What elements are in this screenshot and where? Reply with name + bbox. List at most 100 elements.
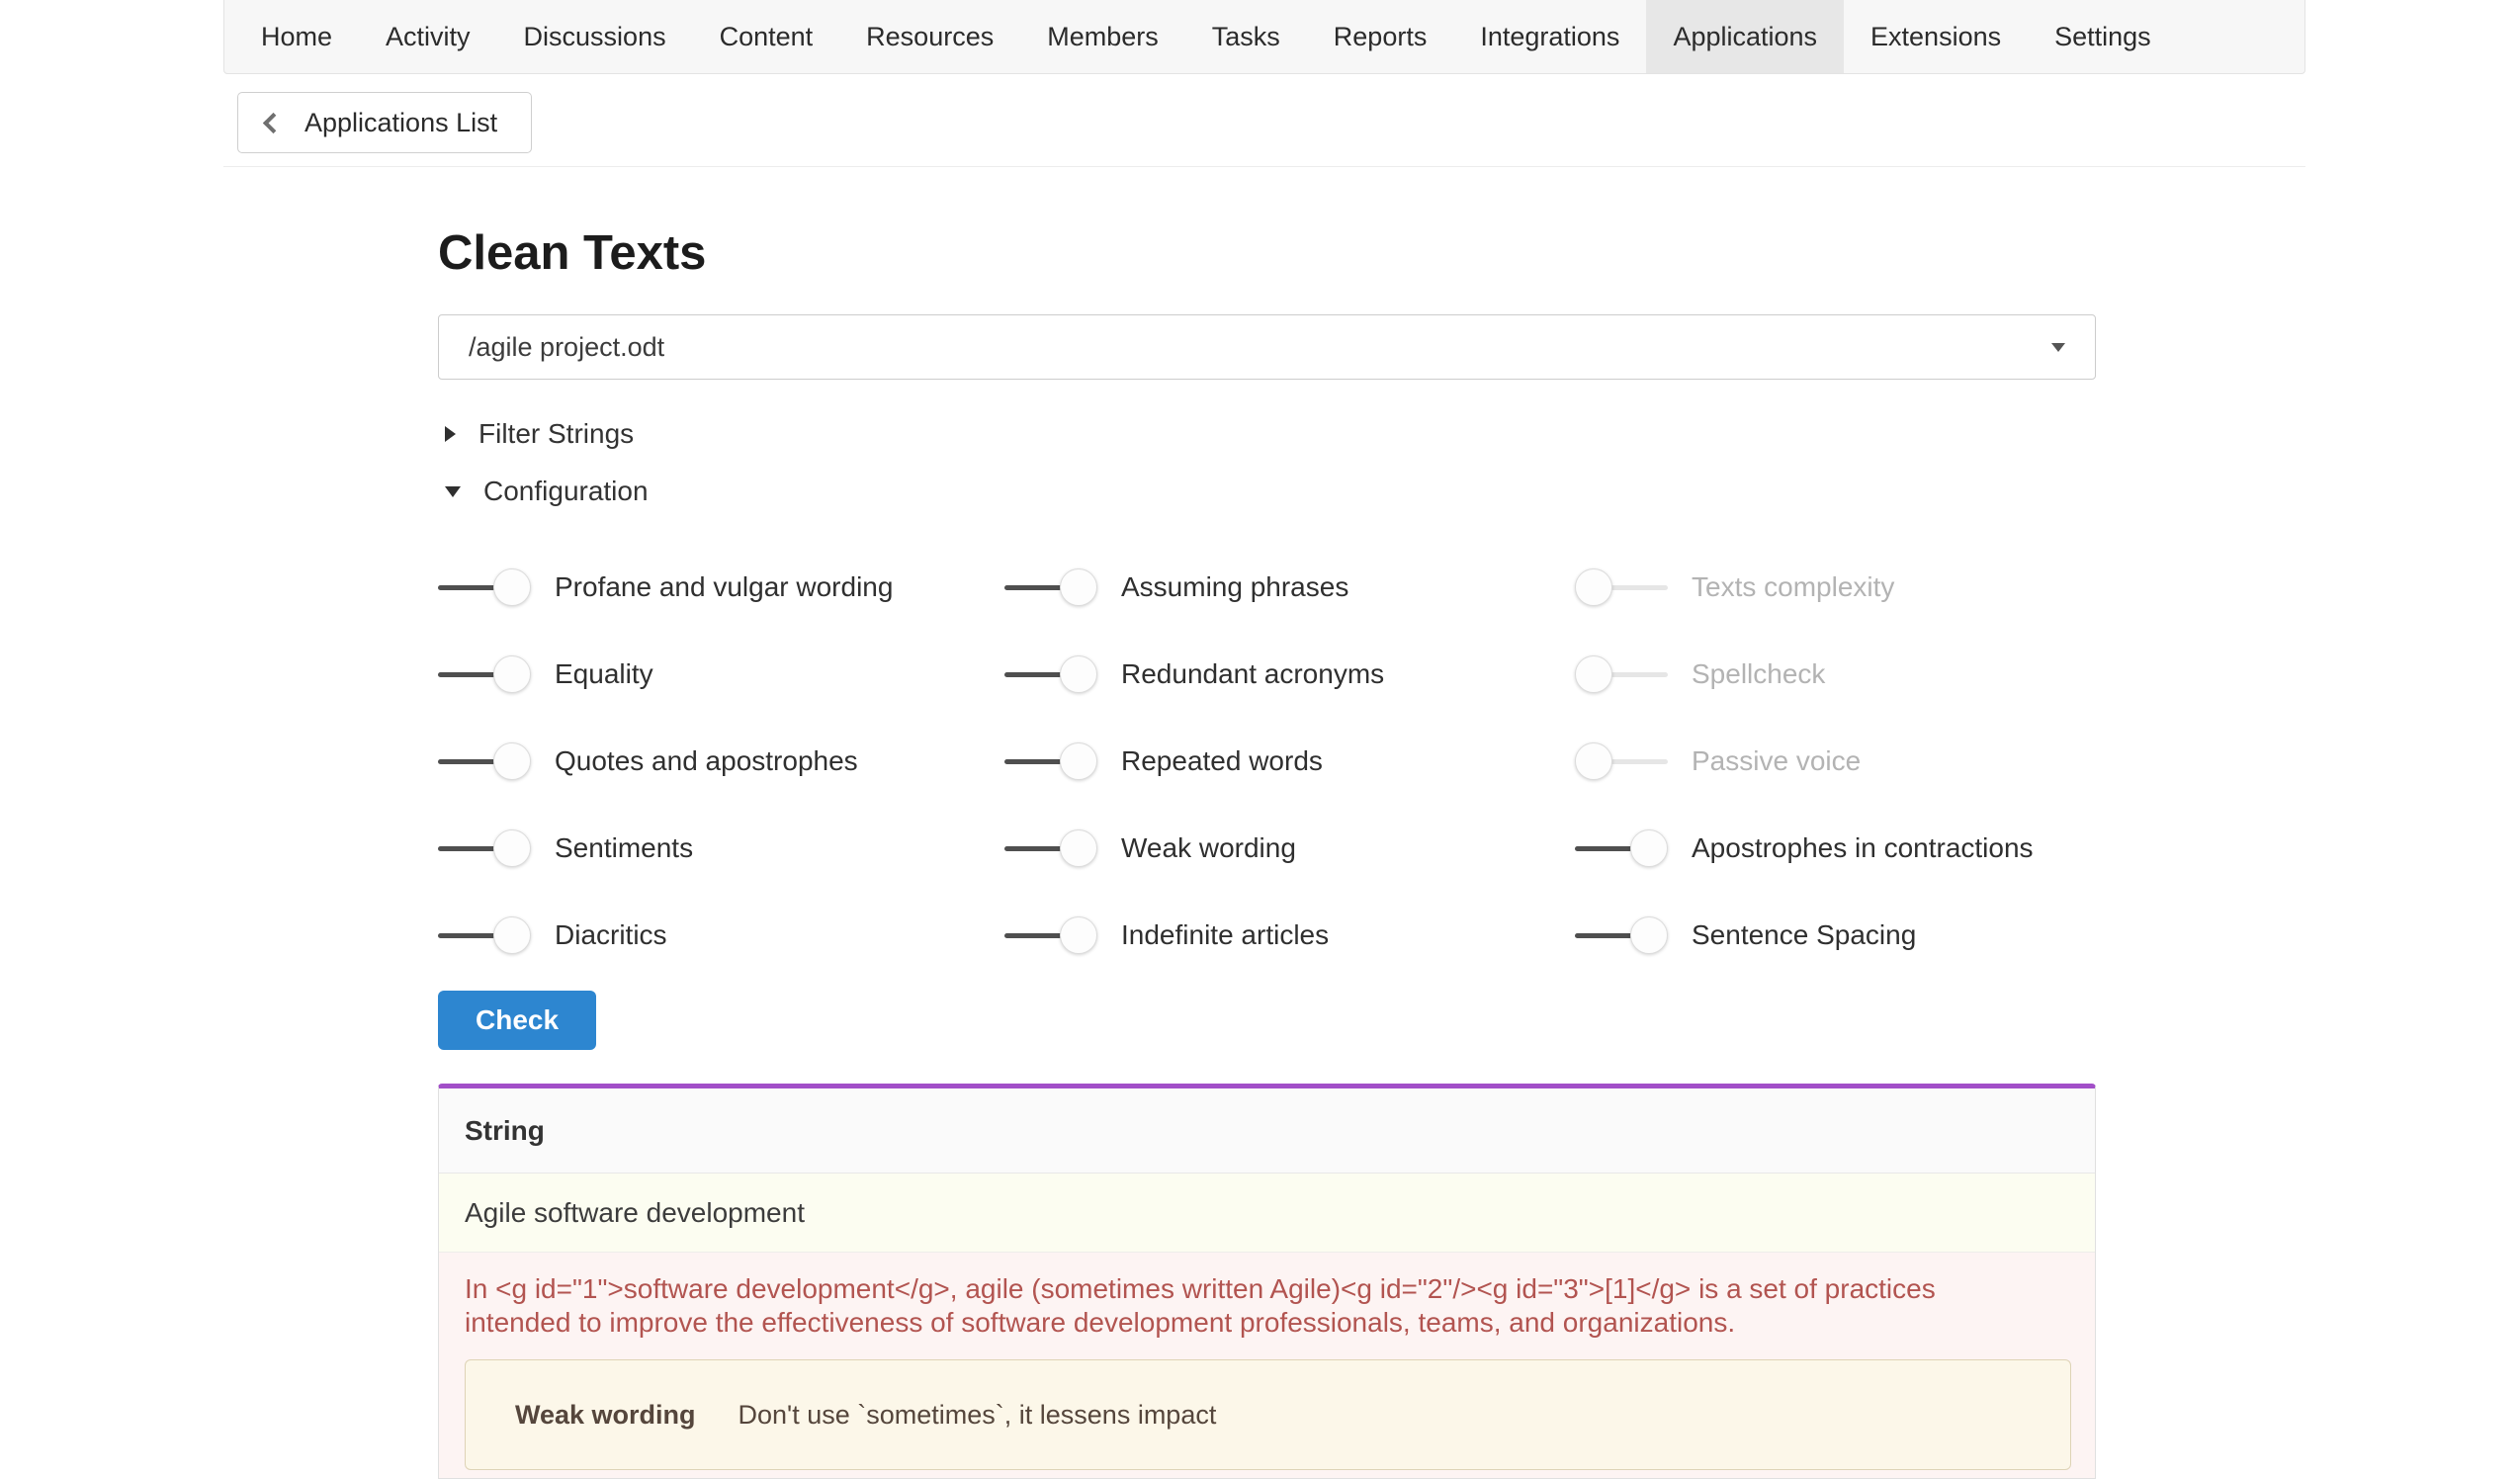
tab-settings[interactable]: Settings	[2028, 0, 2178, 73]
file-select[interactable]: /agile project.odt	[438, 314, 2096, 380]
tab-extensions[interactable]: Extensions	[1844, 0, 2028, 73]
page-title: Clean Texts	[438, 225, 706, 281]
configuration-label: Configuration	[483, 476, 649, 507]
applications-list-back-button[interactable]: Applications List	[237, 92, 532, 153]
toggle-knob	[1060, 829, 1097, 867]
toggle-label: Quotes and apostrophes	[555, 745, 858, 777]
toggle-column-1: Profane and vulgar wording Equality Quot…	[438, 544, 1004, 979]
toggle-label: Apostrophes in contractions	[1692, 832, 2034, 864]
toggle-knob	[1575, 655, 1612, 693]
toggle-track	[1575, 933, 1632, 938]
toggle-track	[1004, 585, 1062, 590]
results-table: String Agile software development In <g …	[438, 1084, 2096, 1479]
toggle-knob	[1630, 829, 1668, 867]
toggle-profane-and-vulgar-wording[interactable]	[438, 567, 531, 607]
triangle-right-icon	[445, 426, 456, 442]
toggle-label: Assuming phrases	[1121, 571, 1348, 603]
toggle-knob	[1630, 916, 1668, 954]
tab-content[interactable]: Content	[693, 0, 840, 73]
toggle-track	[1004, 846, 1062, 851]
toggle-knob	[1060, 742, 1097, 780]
toggle-track	[438, 759, 495, 764]
toggle-track	[1610, 672, 1668, 677]
toggle-label: Indefinite articles	[1121, 919, 1329, 951]
toggle-quotes-and-apostrophes[interactable]	[438, 741, 531, 781]
toggle-row-sentence-spacing: Sentence Spacing	[1575, 892, 2096, 979]
string-row: Agile software development	[439, 1174, 2095, 1253]
issue-type: Weak wording	[515, 1400, 696, 1431]
header-divider	[223, 166, 2305, 167]
toggle-track	[1004, 933, 1062, 938]
toggle-label: Sentiments	[555, 832, 693, 864]
toggle-weak-wording[interactable]	[1004, 828, 1097, 868]
tab-resources[interactable]: Resources	[839, 0, 1020, 73]
tab-home[interactable]: Home	[234, 0, 359, 73]
toggle-column-3: Texts complexity Spellcheck Passive voic…	[1575, 544, 2096, 979]
toggle-track	[1004, 759, 1062, 764]
triangle-down-icon	[445, 486, 461, 497]
toggle-indefinite-articles[interactable]	[1004, 915, 1097, 955]
section-filter-strings[interactable]: Filter Strings	[445, 414, 634, 454]
tab-discussions[interactable]: Discussions	[497, 0, 693, 73]
toggle-track	[438, 672, 495, 677]
toggle-track	[438, 585, 495, 590]
toggle-label: Equality	[555, 658, 653, 690]
back-button-label: Applications List	[304, 108, 497, 138]
toggle-spellcheck[interactable]	[1575, 654, 1668, 694]
tab-applications[interactable]: Applications	[1646, 0, 1844, 73]
toggle-row-repeated-words: Repeated words	[1004, 718, 1575, 805]
caret-down-icon	[2051, 343, 2065, 352]
string-title: Agile software development	[465, 1197, 805, 1229]
toggle-row-apostrophes-in-contractions: Apostrophes in contractions	[1575, 805, 2096, 892]
toggle-row-texts-complexity: Texts complexity	[1575, 544, 2096, 631]
toggle-row-diacritics: Diacritics	[438, 892, 1004, 979]
toggle-texts-complexity[interactable]	[1575, 567, 1668, 607]
toggle-track	[438, 846, 495, 851]
toggle-assuming-phrases[interactable]	[1004, 567, 1097, 607]
toggle-label: Spellcheck	[1692, 658, 1825, 690]
issue-message: Don't use `sometimes`, it lessens impact	[739, 1400, 1217, 1431]
toggle-passive-voice[interactable]	[1575, 741, 1668, 781]
toggle-label: Weak wording	[1121, 832, 1296, 864]
toggle-repeated-words[interactable]	[1004, 741, 1097, 781]
toggle-equality[interactable]	[438, 654, 531, 694]
toggle-knob	[493, 829, 531, 867]
tab-members[interactable]: Members	[1020, 0, 1185, 73]
section-configuration[interactable]: Configuration	[445, 472, 649, 511]
tab-tasks[interactable]: Tasks	[1185, 0, 1307, 73]
tab-reports[interactable]: Reports	[1307, 0, 1454, 73]
toggle-knob	[1575, 742, 1612, 780]
file-select-value: /agile project.odt	[469, 332, 2051, 363]
toggle-label: Diacritics	[555, 919, 667, 951]
toggle-label: Sentence Spacing	[1692, 919, 1916, 951]
tab-activity[interactable]: Activity	[359, 0, 497, 73]
top-navbar: Home Activity Discussions Content Resour…	[223, 0, 2305, 74]
toggle-knob	[1060, 655, 1097, 693]
toggle-knob	[1060, 568, 1097, 606]
toggle-diacritics[interactable]	[438, 915, 531, 955]
toggle-row-assuming-phrases: Assuming phrases	[1004, 544, 1575, 631]
toggle-redundant-acronyms[interactable]	[1004, 654, 1097, 694]
results-column-header: String	[439, 1088, 2095, 1174]
toggle-column-2: Assuming phrases Redundant acronyms Repe…	[1004, 544, 1575, 979]
toggle-apostrophes-in-contractions[interactable]	[1575, 828, 1668, 868]
check-button[interactable]: Check	[438, 991, 596, 1050]
issue-box: Weak wording Don't use `sometimes`, it l…	[465, 1359, 2071, 1470]
tab-integrations[interactable]: Integrations	[1453, 0, 1646, 73]
toggle-knob	[493, 916, 531, 954]
toggle-track	[1610, 759, 1668, 764]
toggle-sentiments[interactable]	[438, 828, 531, 868]
toggle-track	[1610, 585, 1668, 590]
toggle-track	[438, 933, 495, 938]
string-column-header: String	[465, 1115, 545, 1147]
toggle-sentence-spacing[interactable]	[1575, 915, 1668, 955]
toggle-knob	[493, 568, 531, 606]
toggle-row-redundant-acronyms: Redundant acronyms	[1004, 631, 1575, 718]
toggle-knob	[1575, 568, 1612, 606]
toggle-row-profane-and-vulgar-wording: Profane and vulgar wording	[438, 544, 1004, 631]
configuration-toggle-grid: Profane and vulgar wording Equality Quot…	[438, 544, 2096, 979]
chevron-left-icon	[263, 113, 284, 133]
toggle-track	[1004, 672, 1062, 677]
toggle-row-passive-voice: Passive voice	[1575, 718, 2096, 805]
toggle-row-equality: Equality	[438, 631, 1004, 718]
